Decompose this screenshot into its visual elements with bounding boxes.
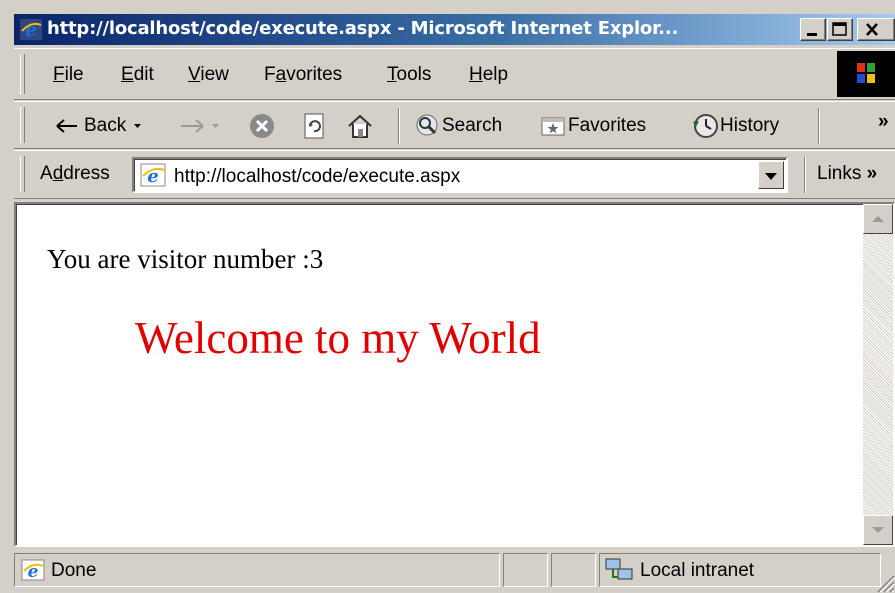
history-button[interactable]: History <box>690 111 779 141</box>
scroll-down-button[interactable] <box>863 515 893 545</box>
history-icon <box>693 114 718 138</box>
page-status-ie-icon: e <box>21 559 45 581</box>
status-panel-blank <box>551 553 596 587</box>
window-title: http://localhost/code/execute.aspx - Mic… <box>47 18 679 39</box>
links-more-chevron-icon: » <box>866 163 878 184</box>
search-button[interactable]: Search <box>412 111 502 141</box>
address-label: Address <box>40 163 110 184</box>
menu-help[interactable]: Help <box>469 64 508 86</box>
svg-text:e: e <box>25 19 37 40</box>
search-icon <box>416 114 438 136</box>
maximize-button[interactable] <box>827 18 853 41</box>
address-grip[interactable] <box>20 156 25 192</box>
toolbar-grip[interactable] <box>20 107 25 143</box>
forward-dropdown-icon[interactable] <box>206 116 226 136</box>
scroll-up-arrow-icon <box>872 216 884 222</box>
welcome-heading: Welcome to my World <box>135 313 541 363</box>
forward-button[interactable] <box>176 111 226 141</box>
standard-toolbar: Back Search Favorites History » <box>14 101 895 149</box>
maximize-icon <box>832 22 847 36</box>
close-icon <box>866 23 878 36</box>
browser-window: e http://localhost/code/execute.aspx - M… <box>0 0 895 593</box>
status-text: Done <box>51 560 97 581</box>
favorites-button[interactable]: Favorites <box>538 111 646 141</box>
windows-logo-icon <box>837 51 895 97</box>
menu-file[interactable]: File <box>53 64 84 86</box>
favorites-label: Favorites <box>568 115 647 136</box>
minimize-icon <box>807 33 817 36</box>
refresh-button[interactable] <box>301 111 327 141</box>
page-content: You are visitor number :3 Welcome to my … <box>14 202 895 547</box>
menu-grip[interactable] <box>20 54 25 94</box>
favorites-icon <box>541 117 565 136</box>
menu-tools[interactable]: Tools <box>387 64 431 86</box>
back-arrow-icon <box>56 119 77 133</box>
menu-bar: File Edit View Favorites Tools Help <box>14 48 895 100</box>
menu-favorites[interactable]: Favorites <box>264 64 342 86</box>
minimize-button[interactable] <box>800 18 826 41</box>
status-zone-panel: Local intranet <box>599 553 881 587</box>
visitor-count-text: You are visitor number :3 <box>47 244 324 274</box>
resize-grip-icon[interactable] <box>873 571 895 593</box>
stop-icon <box>250 114 274 138</box>
close-button[interactable] <box>857 18 895 41</box>
toolbar-more-chevron-icon[interactable]: » <box>878 111 889 133</box>
chevron-down-icon <box>765 173 777 180</box>
back-label: Back <box>84 115 127 136</box>
scroll-down-arrow-icon <box>872 527 884 533</box>
local-intranet-icon <box>605 558 633 580</box>
ie-logo-icon: e <box>20 19 42 40</box>
home-icon <box>348 114 372 138</box>
vertical-scrollbar[interactable] <box>863 204 893 545</box>
status-bar: e Done Local intranet <box>14 549 895 593</box>
search-label: Search <box>442 115 503 136</box>
security-zone-label: Local intranet <box>640 560 755 581</box>
status-main-panel: e Done <box>14 553 500 587</box>
scroll-up-button[interactable] <box>863 204 893 234</box>
home-button[interactable] <box>345 111 375 141</box>
refresh-icon <box>304 113 324 139</box>
address-separator <box>804 157 806 193</box>
toolbar-separator <box>818 108 820 144</box>
address-bar: Address e http://localhost/code/execute.… <box>14 150 895 199</box>
title-bar[interactable]: e http://localhost/code/execute.aspx - M… <box>14 14 895 45</box>
back-button[interactable]: Back <box>54 111 148 141</box>
menu-edit[interactable]: Edit <box>121 64 154 86</box>
address-url: http://localhost/code/execute.aspx <box>174 166 461 187</box>
back-dropdown-icon[interactable] <box>126 116 148 136</box>
menu-view[interactable]: View <box>188 64 229 86</box>
toolbar-separator <box>398 108 400 144</box>
page-ie-icon: e <box>140 163 166 187</box>
stop-button[interactable] <box>248 111 276 141</box>
address-input[interactable]: e http://localhost/code/execute.aspx <box>132 157 788 193</box>
forward-arrow-icon <box>181 119 204 133</box>
links-button[interactable]: Links » <box>817 163 877 185</box>
history-label: History <box>720 115 780 136</box>
address-dropdown-button[interactable] <box>758 161 784 189</box>
status-panel-blank <box>503 553 548 587</box>
